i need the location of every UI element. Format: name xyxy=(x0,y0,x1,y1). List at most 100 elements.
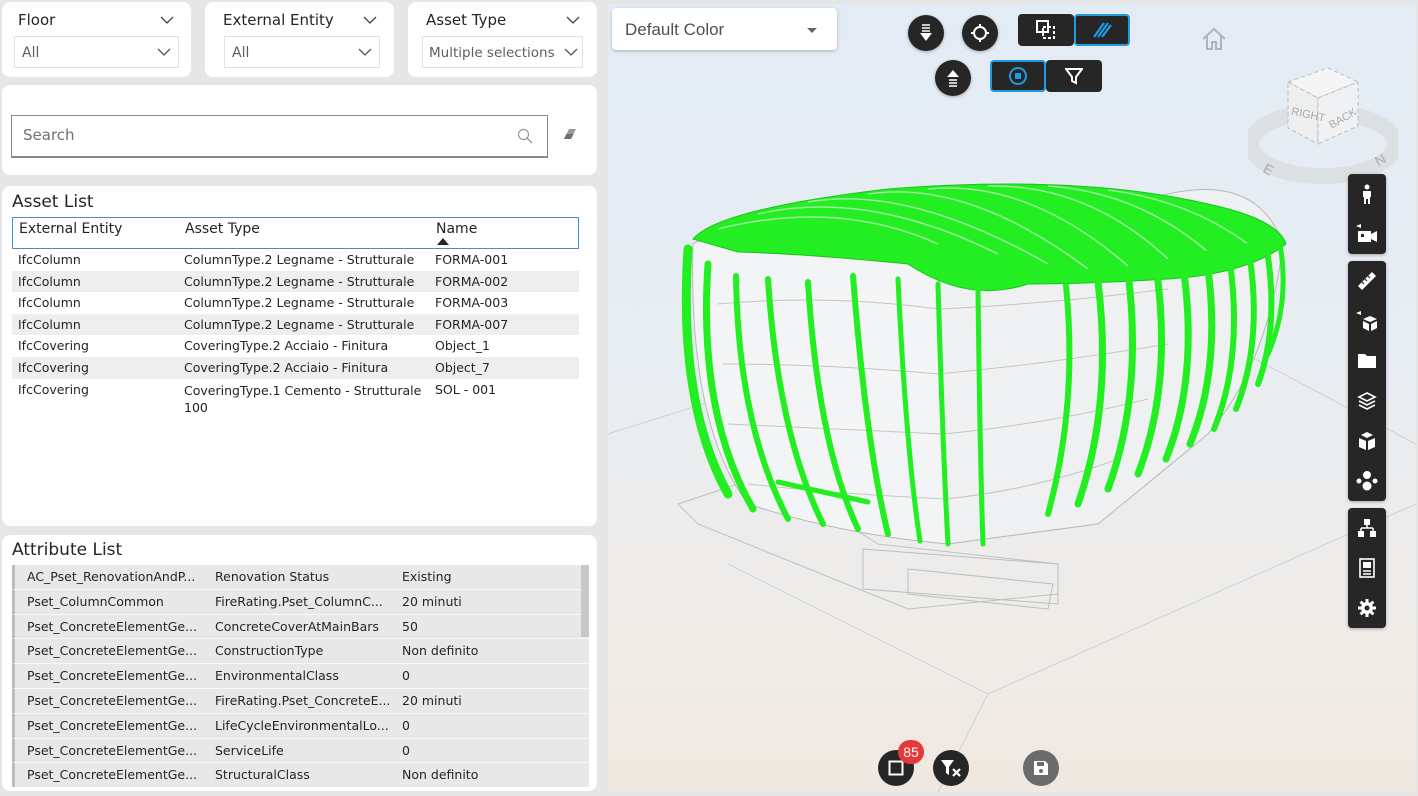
cell-property-set: Pset_ConcreteElementGe... xyxy=(27,717,198,733)
cell-name: FORMA-003 xyxy=(435,295,509,311)
cell-value: 0 xyxy=(402,668,410,684)
floor-down-icon xyxy=(920,24,932,41)
sort-ascending-icon xyxy=(437,238,449,245)
explode-button[interactable] xyxy=(1348,301,1386,341)
cell-external-entity: IfcCovering xyxy=(18,381,89,397)
cell-external-entity: IfcCovering xyxy=(18,338,89,354)
xray-icon xyxy=(1093,22,1112,38)
external-entity-slicer: External Entity All xyxy=(205,2,394,77)
chevron-down-icon[interactable] xyxy=(159,12,175,28)
clusters-button[interactable] xyxy=(1348,461,1386,501)
cell-attribute: StructuralClass xyxy=(215,767,310,783)
attribute-scrollbar[interactable] xyxy=(581,565,589,637)
attribute-row[interactable]: Pset_ColumnCommon FireRating.Pset_ColumnC… xyxy=(12,589,589,615)
cell-value: 50 xyxy=(402,618,418,634)
attribute-row[interactable]: Pset_ConcreteElementGe... ConcreteCoverAt… xyxy=(12,614,589,640)
column-header-external-entity[interactable]: External Entity xyxy=(19,221,122,237)
cell-name: Object_7 xyxy=(435,359,490,375)
floor-slicer: Floor All xyxy=(2,2,191,77)
filter-icon xyxy=(1065,68,1083,85)
asset-type-dropdown[interactable]: Multiple selections xyxy=(422,36,583,68)
floor-dropdown[interactable]: All xyxy=(14,36,179,68)
column-header-name[interactable]: Name xyxy=(436,221,477,237)
attribute-row[interactable]: Pset_ConcreteElementGe... ServiceLife 0 xyxy=(12,738,589,764)
clear-filter-button[interactable] xyxy=(933,750,969,786)
cell-asset-type: CoveringType.1 Cemento - Strutturale 100 xyxy=(184,382,422,415)
cell-external-entity: IfcColumn xyxy=(18,316,81,332)
tree-icon xyxy=(1358,519,1376,537)
cell-attribute: ConcreteCoverAtMainBars xyxy=(215,618,379,634)
table-row[interactable]: IfcColumn ColumnType.2 Legname - Struttu… xyxy=(12,249,579,271)
properties-icon xyxy=(1359,558,1375,578)
table-row[interactable]: IfcCovering CoveringType.2 Acciaio - Fin… xyxy=(12,335,579,357)
cell-attribute: FireRating.Pset_ConcreteE... xyxy=(215,692,391,708)
isolate-button[interactable] xyxy=(990,60,1046,92)
attribute-row[interactable]: Pset_ConcreteElementGe... ConstructionTyp… xyxy=(12,639,589,665)
focus-button[interactable] xyxy=(962,15,998,51)
chevron-down-icon xyxy=(564,48,578,56)
external-entity-dropdown[interactable]: All xyxy=(224,36,380,68)
model-parts-icon xyxy=(1359,432,1375,450)
table-row[interactable]: IfcCovering CoveringType.1 Cemento - Str… xyxy=(12,379,579,419)
attribute-row[interactable]: Pset_ConcreteElementGe... EnvironmentalCl… xyxy=(12,664,589,689)
column-header-asset-type[interactable]: Asset Type xyxy=(185,221,260,237)
cell-asset-type: ColumnType.2 Legname - Strutturale xyxy=(184,295,415,311)
cell-asset-type: CoveringType.2 Acciaio - Finitura xyxy=(184,338,389,354)
search-icon[interactable] xyxy=(517,128,533,144)
cell-asset-type: CoveringType.2 Acciaio - Finitura xyxy=(184,359,389,375)
model-parts-button[interactable] xyxy=(1348,421,1386,461)
cell-external-entity: IfcCovering xyxy=(18,359,89,375)
color-mode-dropdown[interactable]: Default Color xyxy=(612,8,837,50)
attribute-row[interactable]: Pset_ConcreteElementGe... FireRating.Pset… xyxy=(12,688,589,714)
table-row[interactable]: IfcColumn ColumnType.2 Legname - Struttu… xyxy=(12,292,579,314)
floor-dropdown-value: All xyxy=(22,45,40,61)
cell-attribute: Renovation Status xyxy=(215,569,330,584)
asset-list-title: Asset List xyxy=(12,192,94,212)
measure-button[interactable] xyxy=(1348,261,1386,301)
section-box-button[interactable] xyxy=(1018,14,1074,46)
properties-button[interactable] xyxy=(1348,548,1386,588)
cell-value: Existing xyxy=(402,569,452,584)
home-icon[interactable] xyxy=(1200,26,1228,52)
cell-property-set: Pset_ColumnCommon xyxy=(27,593,164,609)
3d-viewer[interactable]: Default Color RIGHT BACK E N 85 xyxy=(608,4,1416,792)
search-input[interactable] xyxy=(23,126,483,144)
attribute-row[interactable]: AC_Pset_RenovationAndP... Renovation Stat… xyxy=(12,565,589,590)
chevron-down-icon[interactable] xyxy=(565,12,581,28)
tree-button[interactable] xyxy=(1348,508,1386,548)
clear-filter-icon xyxy=(941,760,961,777)
measure-icon xyxy=(1358,272,1376,290)
xray-button[interactable] xyxy=(1074,14,1130,46)
cell-property-set: Pset_ConcreteElementGe... xyxy=(27,618,198,634)
search-box[interactable] xyxy=(11,115,548,158)
table-row[interactable]: IfcColumn ColumnType.2 Legname - Struttu… xyxy=(12,313,579,336)
selection-icon xyxy=(888,760,904,776)
chevron-down-icon[interactable] xyxy=(362,12,378,28)
attribute-row[interactable]: Pset_ConcreteElementGe... StructuralClass… xyxy=(12,763,589,787)
eraser-icon[interactable] xyxy=(560,125,578,143)
camera-button[interactable] xyxy=(1348,214,1386,254)
folder-button[interactable] xyxy=(1348,341,1386,381)
floor-up-icon xyxy=(947,70,959,87)
table-row[interactable]: IfcColumn ColumnType.2 Legname - Struttu… xyxy=(12,270,579,293)
external-entity-slicer-title: External Entity xyxy=(223,11,334,29)
attribute-row[interactable]: Pset_ConcreteElementGe... LifeCycleEnviro… xyxy=(12,713,589,739)
cell-name: FORMA-007 xyxy=(435,316,509,332)
asset-type-slicer: Asset Type Multiple selections xyxy=(408,2,597,77)
floor-slicer-title: Floor xyxy=(18,11,56,29)
cell-external-entity: IfcColumn xyxy=(18,273,81,289)
cell-name: FORMA-002 xyxy=(435,273,509,289)
save-button[interactable] xyxy=(1023,750,1059,786)
settings-button[interactable] xyxy=(1348,588,1386,628)
chevron-down-icon xyxy=(157,48,171,56)
floor-up-button[interactable] xyxy=(935,60,971,96)
attribute-list-title: Attribute List xyxy=(12,540,123,560)
filter-button[interactable] xyxy=(1046,60,1102,92)
table-row[interactable]: IfcCovering CoveringType.2 Acciaio - Fin… xyxy=(12,356,579,379)
floor-down-button[interactable] xyxy=(908,15,944,51)
layers-button[interactable] xyxy=(1348,381,1386,421)
cell-value: 20 minuti xyxy=(402,593,462,609)
asset-list-card: Asset List External Entity Asset Type Na… xyxy=(2,186,597,526)
navigation-cube[interactable]: RIGHT BACK E N xyxy=(1248,54,1398,184)
first-person-button[interactable] xyxy=(1348,174,1386,214)
